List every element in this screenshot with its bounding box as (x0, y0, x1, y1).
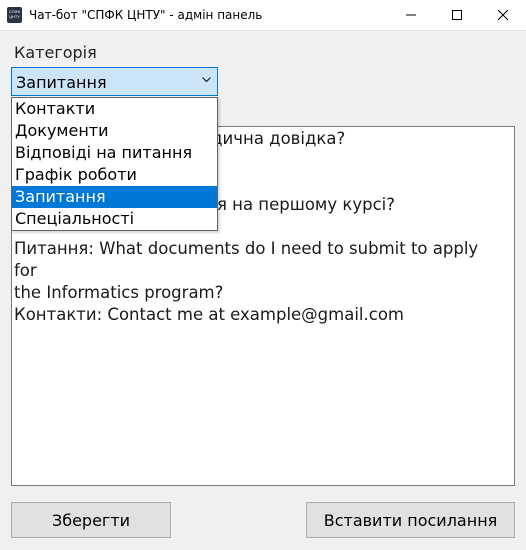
text-line: Питання: What documents do I need to sub… (14, 239, 479, 280)
title-bar: СПФК ЦНТУ Чат-бот "СПФК ЦНТУ" - адмін па… (0, 0, 526, 31)
dropdown-option-contacts[interactable]: Контакти (12, 98, 217, 120)
chevron-down-icon (202, 77, 211, 83)
dropdown-option-schedule[interactable]: Графік роботи (12, 164, 217, 186)
minimize-button[interactable] (388, 0, 434, 30)
maximize-button[interactable] (434, 0, 480, 30)
insert-link-button[interactable]: Вставити посилання (306, 502, 515, 538)
text-line: the Informatics program? (14, 283, 224, 302)
window-title: Чат-бот "СПФК ЦНТУ" - адмін панель (29, 8, 263, 22)
close-button[interactable] (480, 0, 526, 30)
dropdown-option-documents[interactable]: Документи (12, 120, 217, 142)
category-label: Категорія (14, 43, 97, 62)
save-button[interactable]: Зберегти (11, 502, 171, 538)
dropdown-option-specialties[interactable]: Спеціальності (12, 208, 217, 230)
category-selected-value: Запитання (16, 73, 107, 92)
close-icon (498, 10, 508, 20)
dropdown-option-questions[interactable]: Запитання (12, 186, 217, 208)
category-combobox[interactable]: Запитання (11, 67, 218, 96)
maximize-icon (452, 10, 462, 20)
app-logo-icon: СПФК ЦНТУ (7, 7, 22, 23)
dropdown-option-answers[interactable]: Відповіді на питання (12, 142, 217, 164)
text-line: Контакти: Contact me at example@gmail.co… (14, 305, 404, 324)
category-dropdown-list: Контакти Документи Відповіді на питання … (11, 97, 218, 231)
minimize-icon (406, 14, 416, 16)
